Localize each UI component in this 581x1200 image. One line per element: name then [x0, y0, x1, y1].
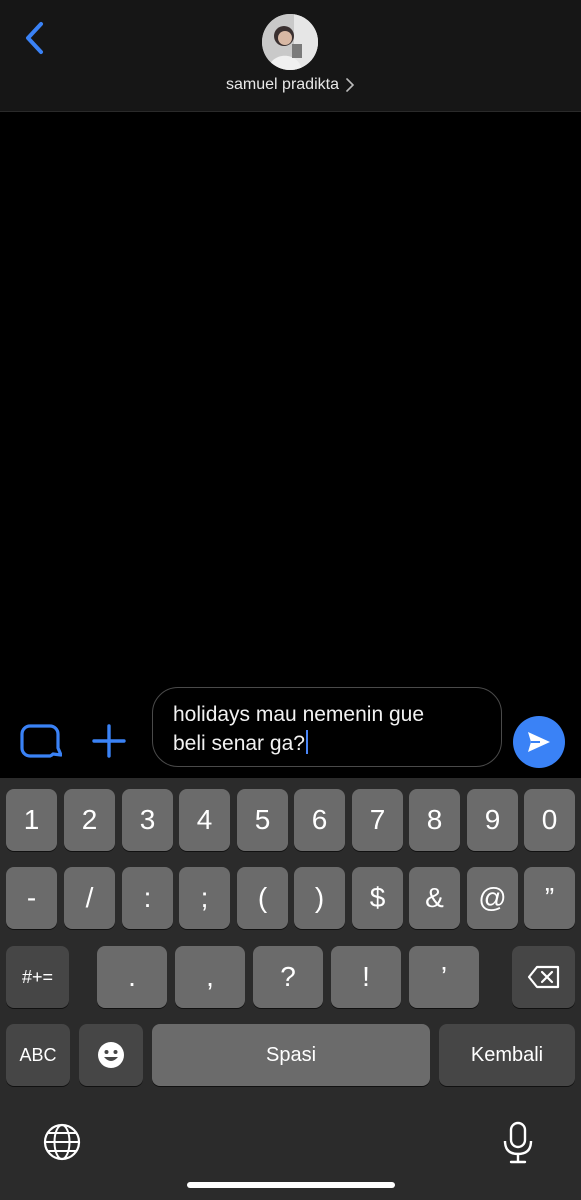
conversation-header: samuel pradikta	[0, 0, 581, 112]
message-text-line2: beli senar ga?	[173, 732, 305, 755]
microphone-icon	[503, 1121, 533, 1164]
plus-icon	[92, 724, 126, 758]
key-quote[interactable]: ”	[524, 867, 575, 929]
keyboard: 1 2 3 4 5 6 7 8 9 0 - / : ; ( ) $ & @ ” …	[0, 778, 581, 1200]
avatar[interactable]	[262, 14, 318, 70]
backspace-icon	[527, 965, 559, 989]
message-text-line1: holidays mau nemenin gue	[173, 703, 424, 726]
text-caret	[305, 730, 308, 754]
key-slash[interactable]: /	[64, 867, 115, 929]
space-key[interactable]: Spasi	[152, 1024, 430, 1086]
dictation-button[interactable]	[500, 1120, 536, 1166]
globe-button[interactable]	[42, 1122, 86, 1166]
key-0[interactable]: 0	[524, 789, 575, 851]
contact-name-link[interactable]: samuel pradikta	[0, 76, 581, 94]
key-6[interactable]: 6	[294, 789, 345, 851]
contact-name: samuel pradikta	[226, 76, 339, 93]
key-4[interactable]: 4	[179, 789, 230, 851]
chat-bubble-icon	[20, 724, 63, 758]
message-list	[0, 112, 581, 682]
send-icon	[528, 732, 550, 752]
emoji-key[interactable]	[79, 1024, 143, 1086]
emoji-icon	[98, 1042, 124, 1068]
key-5[interactable]: 5	[237, 789, 288, 851]
home-indicator[interactable]	[187, 1182, 395, 1188]
key-comma[interactable]: ,	[175, 946, 245, 1008]
key-apostrophe[interactable]: ’	[409, 946, 479, 1008]
key-3[interactable]: 3	[122, 789, 173, 851]
key-1[interactable]: 1	[6, 789, 57, 851]
chevron-left-icon	[26, 22, 43, 54]
message-text-line2-wrap: beli senar ga?	[173, 729, 481, 758]
send-button[interactable]	[513, 716, 565, 768]
key-dash[interactable]: -	[6, 867, 57, 929]
key-at[interactable]: @	[467, 867, 518, 929]
key-ampersand[interactable]: &	[409, 867, 460, 929]
key-2[interactable]: 2	[64, 789, 115, 851]
chat-bubble-button[interactable]	[20, 722, 63, 760]
key-7[interactable]: 7	[352, 789, 403, 851]
key-exclamation[interactable]: !	[331, 946, 401, 1008]
abc-key[interactable]: ABC	[6, 1024, 70, 1086]
return-key[interactable]: Kembali	[439, 1024, 575, 1086]
key-9[interactable]: 9	[467, 789, 518, 851]
chevron-right-icon	[346, 78, 355, 92]
delete-key[interactable]	[512, 946, 575, 1008]
key-period[interactable]: .	[97, 946, 167, 1008]
symbols-key[interactable]: #+=	[6, 946, 69, 1008]
key-open-paren[interactable]: (	[237, 867, 288, 929]
key-semicolon[interactable]: ;	[179, 867, 230, 929]
back-button[interactable]	[18, 20, 50, 56]
globe-icon	[43, 1123, 81, 1161]
key-question[interactable]: ?	[253, 946, 323, 1008]
message-input[interactable]: holidays mau nemenin gue beli senar ga?	[152, 687, 502, 767]
key-dollar[interactable]: $	[352, 867, 403, 929]
key-close-paren[interactable]: )	[294, 867, 345, 929]
add-attachment-button[interactable]	[90, 722, 128, 760]
avatar-image	[262, 14, 318, 70]
key-colon[interactable]: :	[122, 867, 173, 929]
key-8[interactable]: 8	[409, 789, 460, 851]
